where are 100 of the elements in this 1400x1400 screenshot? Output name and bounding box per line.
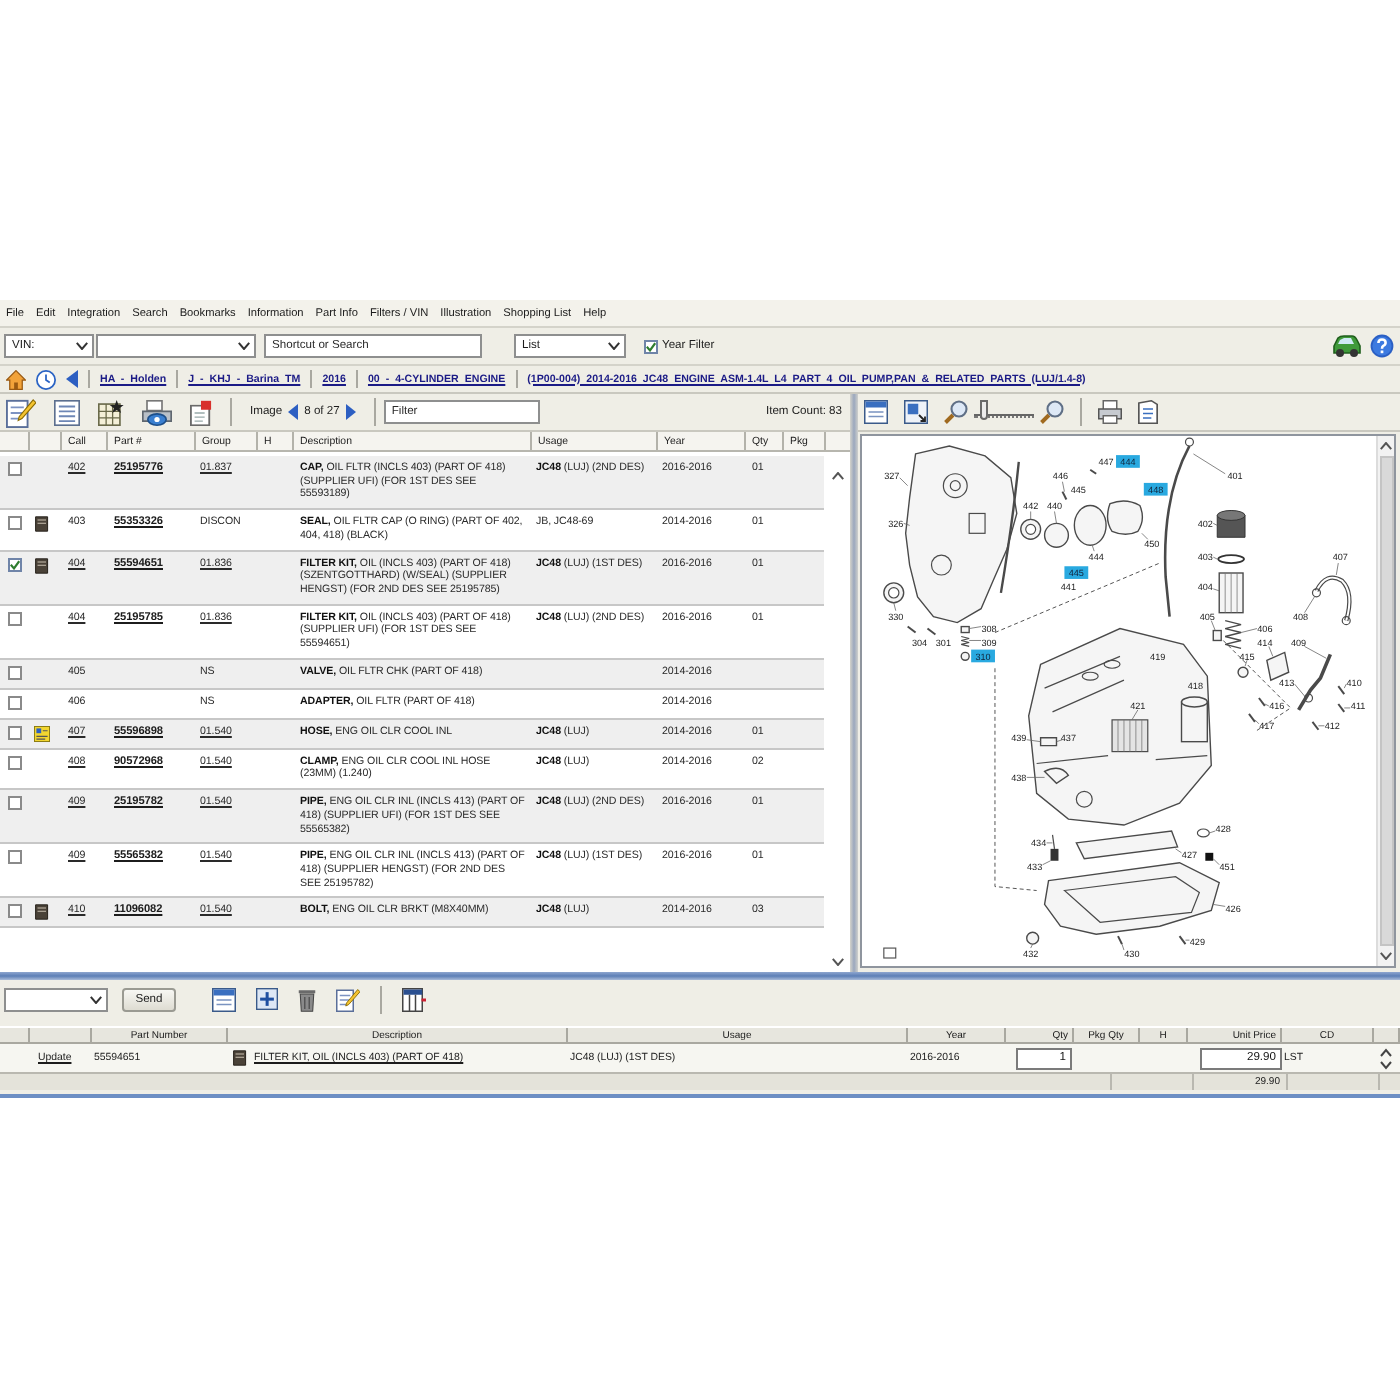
scroll-up-icon[interactable] xyxy=(1380,442,1392,450)
leader-line xyxy=(1131,709,1139,721)
notepad-pencil-icon[interactable] xyxy=(336,987,360,1011)
seal-ring-drawing xyxy=(1020,518,1042,540)
leader-line xyxy=(893,602,897,612)
chevron-down-icon xyxy=(90,995,102,1003)
resize-icon[interactable] xyxy=(904,400,928,424)
leader-line xyxy=(1042,860,1051,866)
document-icon[interactable] xyxy=(1138,400,1158,424)
scrollbar-track[interactable] xyxy=(1376,436,1394,966)
row-checkbox[interactable] xyxy=(8,695,22,710)
year-filter-checkbox[interactable] xyxy=(644,339,658,353)
print-icon[interactable] xyxy=(1098,400,1122,424)
checkmark-icon xyxy=(10,559,20,570)
leader-line xyxy=(1141,532,1149,540)
scroll-up-icon[interactable] xyxy=(831,472,843,480)
gasket-drawing xyxy=(1196,828,1210,838)
leader-line xyxy=(1335,562,1339,576)
leader-line xyxy=(1026,777,1045,778)
ball-drawing xyxy=(960,651,970,661)
leader-line xyxy=(1212,904,1226,907)
chevron-down-icon xyxy=(238,342,250,350)
leader-line xyxy=(1091,544,1095,552)
home-icon[interactable] xyxy=(6,369,26,389)
bolt-drawing xyxy=(1117,935,1123,946)
vin-value-select[interactable] xyxy=(96,334,256,358)
columns-icon[interactable] xyxy=(402,987,426,1011)
next-arrow-icon[interactable] xyxy=(345,404,356,420)
scroll-down-icon[interactable] xyxy=(831,958,843,966)
leader-line xyxy=(1304,646,1327,659)
row-checkbox[interactable] xyxy=(8,725,22,740)
drain-plug-drawing xyxy=(1026,931,1040,945)
row-checkbox[interactable] xyxy=(8,611,22,626)
car-icon[interactable] xyxy=(1332,334,1362,358)
oil-filter-drawing xyxy=(1218,572,1244,614)
leader-line xyxy=(968,626,982,629)
bolt-drawing xyxy=(1178,935,1187,946)
leader-line xyxy=(1030,511,1032,520)
plug-drawing xyxy=(960,625,970,634)
row-checkbox[interactable] xyxy=(8,755,22,770)
checkmark-icon xyxy=(646,341,656,351)
sensor-drawing xyxy=(1205,852,1214,861)
slider-thumb[interactable] xyxy=(979,400,988,420)
destination-select[interactable] xyxy=(4,987,108,1011)
leader-line xyxy=(1343,683,1347,689)
oil-cooler-pipe-drawing xyxy=(1297,653,1332,711)
pump-plate-drawing xyxy=(1073,504,1107,546)
back-arrow-icon[interactable] xyxy=(66,370,78,388)
leader-line xyxy=(1318,725,1325,727)
leader-line xyxy=(1175,848,1182,854)
book-icon xyxy=(232,1050,248,1066)
leader-line xyxy=(1240,628,1258,633)
bolt-drawing xyxy=(1311,720,1320,731)
preview-icon[interactable] xyxy=(142,399,172,425)
o-ring-drawing xyxy=(1217,554,1245,564)
trash-icon[interactable] xyxy=(298,987,316,1011)
table-star-icon[interactable] xyxy=(98,399,124,425)
row-checkbox[interactable] xyxy=(8,516,22,531)
zoom-in-icon[interactable] xyxy=(1040,400,1064,424)
row-checkbox[interactable] xyxy=(8,850,22,865)
help-icon[interactable] xyxy=(1370,334,1394,358)
book-icon xyxy=(34,516,50,533)
add-icon[interactable] xyxy=(256,988,278,1010)
list-icon[interactable] xyxy=(54,399,80,425)
leader-line xyxy=(1054,511,1057,524)
zoom-slider[interactable] xyxy=(974,400,1034,424)
scrollbar-thumb[interactable] xyxy=(1379,456,1393,946)
scroll-down-icon[interactable] xyxy=(1380,952,1392,960)
pump-cover-drawing xyxy=(1106,500,1144,535)
pump-rotor-drawing xyxy=(1043,522,1070,548)
filter-cap-drawing xyxy=(1216,510,1246,538)
pin-drawing xyxy=(1089,468,1098,475)
valve-drawing xyxy=(1212,629,1222,642)
crankshaft-seal-drawing xyxy=(883,582,905,604)
coolant-hose-drawing xyxy=(1311,575,1352,626)
leader-line xyxy=(1343,707,1351,709)
spring-drawing xyxy=(960,635,970,647)
clock-icon[interactable] xyxy=(36,369,56,389)
row-checkbox[interactable] xyxy=(8,796,22,811)
row-checkbox[interactable] xyxy=(8,557,22,572)
gasket-drawing xyxy=(1266,651,1290,682)
row-checkbox[interactable] xyxy=(8,665,22,680)
document-icon[interactable] xyxy=(190,399,212,425)
previous-arrow-icon[interactable] xyxy=(288,404,299,420)
leader-line xyxy=(1030,943,1034,949)
leader-line xyxy=(1268,646,1274,657)
leader-line xyxy=(1210,620,1216,631)
row-checkbox[interactable] xyxy=(8,462,22,476)
leader-line xyxy=(1254,719,1260,725)
leader-line xyxy=(1264,703,1270,707)
zoom-out-icon[interactable] xyxy=(944,400,968,424)
leader-line xyxy=(1212,858,1220,866)
notepad-pencil-icon[interactable] xyxy=(6,397,36,427)
row-checkbox[interactable] xyxy=(8,904,22,919)
window-icon[interactable] xyxy=(864,400,888,424)
window-icon[interactable] xyxy=(212,987,236,1011)
chevron-down-icon xyxy=(76,342,88,350)
up-down-arrows-icon[interactable] xyxy=(1380,1047,1392,1069)
leader-line xyxy=(1294,683,1305,697)
leader-line xyxy=(903,523,911,526)
